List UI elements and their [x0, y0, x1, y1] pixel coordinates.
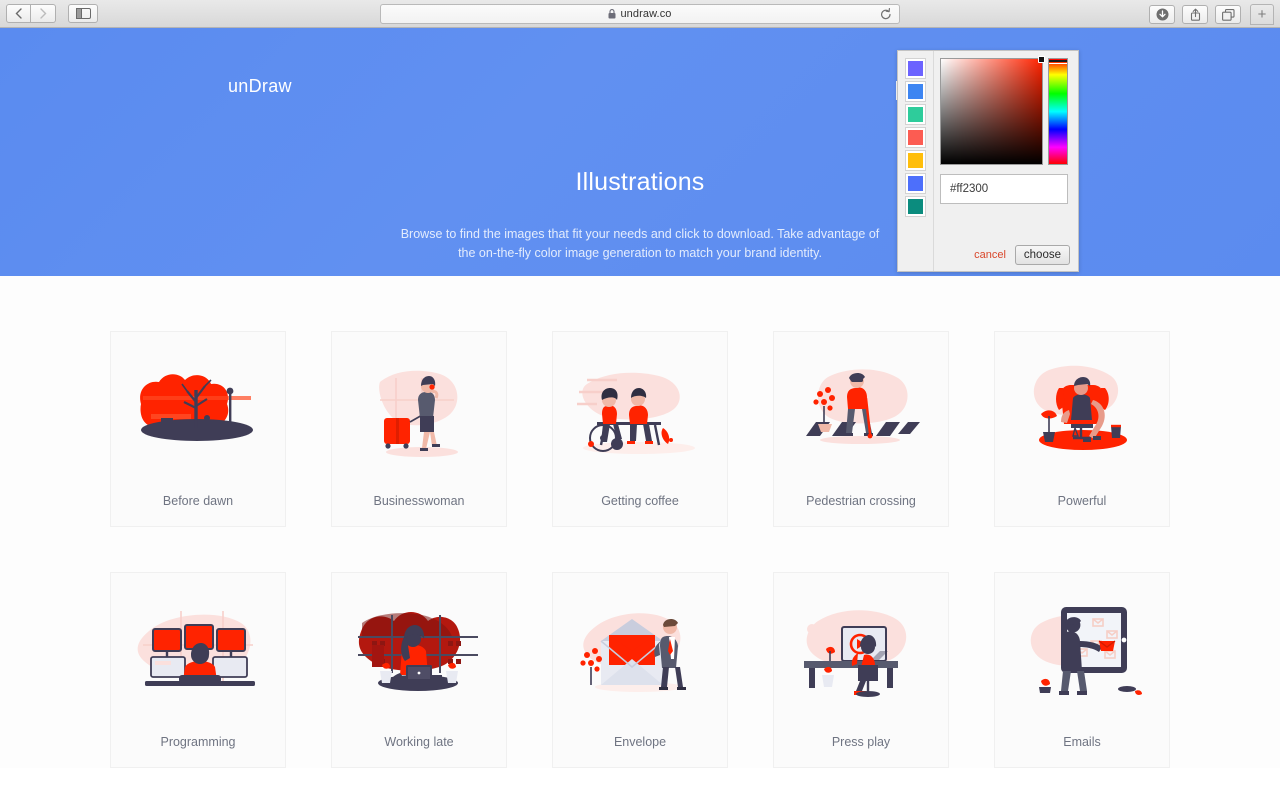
businesswoman-illustration — [379, 370, 458, 457]
card-label: Before dawn — [162, 494, 234, 508]
color-picker-popup[interactable]: #ff2300 cancel choose — [897, 50, 1079, 272]
illustration-card[interactable]: Powerful — [994, 331, 1170, 527]
illustration-grid: Before dawn Businesswoman Getting coffee… — [110, 331, 1170, 768]
cancel-button[interactable]: cancel — [974, 249, 1006, 261]
illustration-card[interactable]: Press play — [773, 572, 949, 768]
gradient-row — [940, 56, 1070, 165]
emails-illustration — [1030, 607, 1142, 695]
preset-swatch[interactable] — [905, 127, 926, 148]
card-label: Envelope — [613, 735, 667, 749]
card-label: Working late — [384, 735, 454, 749]
press-play-illustration — [804, 610, 907, 697]
card-label: Programming — [160, 735, 236, 749]
preset-swatch[interactable] — [905, 81, 926, 102]
share-button[interactable] — [1182, 5, 1208, 24]
pedestrian-crossing-illustration — [806, 369, 920, 444]
sidebar-toggle-icon — [75, 8, 91, 19]
preset-swatch[interactable] — [905, 173, 926, 194]
illustration-card[interactable]: Envelope — [552, 572, 728, 768]
downloads-icon — [1156, 8, 1168, 21]
card-label: Press play — [831, 735, 891, 749]
illustration-card[interactable]: Programming — [110, 572, 286, 768]
illustration-card[interactable]: Before dawn — [110, 331, 286, 527]
preset-swatch[interactable] — [905, 58, 926, 79]
forward-button[interactable] — [31, 4, 56, 23]
show-tabs-button[interactable] — [1215, 5, 1241, 24]
reload-icon[interactable] — [880, 7, 892, 21]
toolbar-left-group — [6, 4, 98, 23]
card-label: Pedestrian crossing — [806, 494, 916, 508]
address-bar[interactable]: undraw.co — [380, 3, 900, 24]
preset-swatch[interactable] — [905, 150, 926, 171]
new-tab-button[interactable]: + — [1250, 4, 1274, 25]
share-icon — [1190, 8, 1200, 21]
url-text: undraw.co — [620, 7, 672, 20]
programming-illustration — [137, 611, 255, 686]
hue-slider[interactable] — [1048, 58, 1068, 165]
subtitle-line-1: Browse to find the images that fit your … — [400, 227, 880, 241]
saturation-value-field[interactable] — [940, 56, 1045, 165]
color-picker-body: #ff2300 cancel choose — [934, 51, 1078, 271]
hue-cursor-handle[interactable] — [1049, 60, 1067, 64]
picker-actions: cancel choose — [974, 245, 1070, 265]
hero-banner: unDraw ▼ Search Evie Theme Illustrations… — [0, 28, 1280, 276]
browser-toolbar: undraw.co + — [0, 0, 1280, 28]
page-subtitle: Browse to find the images that fit your … — [0, 225, 1280, 263]
card-label: Powerful — [1057, 494, 1107, 508]
choose-button[interactable]: choose — [1014, 245, 1070, 265]
illustration-card[interactable]: Getting coffee — [552, 331, 728, 527]
preset-swatch[interactable] — [905, 196, 926, 217]
card-label: Emails — [1063, 735, 1101, 749]
page-title: Illustrations — [575, 168, 705, 196]
back-button[interactable] — [6, 4, 31, 23]
illustration-gallery: Before dawn Businesswoman Getting coffee… — [0, 276, 1280, 768]
downloads-button[interactable] — [1149, 5, 1175, 24]
illustration-card[interactable]: Businesswoman — [331, 331, 507, 527]
sidebar-toggle-button[interactable] — [68, 4, 98, 23]
illustration-card[interactable]: Pedestrian crossing — [773, 331, 949, 527]
subtitle-line-2: the on-the-fly color image generation to… — [458, 246, 822, 260]
illustration-card[interactable]: Emails — [994, 572, 1170, 768]
envelope-illustration — [580, 613, 686, 692]
card-label: Getting coffee — [601, 494, 679, 508]
before-dawn-illustration — [140, 374, 253, 441]
hex-input[interactable]: #ff2300 — [940, 174, 1068, 204]
lock-icon — [608, 8, 616, 18]
preset-swatch-column — [898, 51, 934, 271]
chevron-left-icon — [15, 8, 22, 19]
toolbar-right-group: + — [1149, 4, 1274, 25]
show-tabs-icon — [1221, 8, 1235, 21]
preset-swatch[interactable] — [905, 104, 926, 125]
card-label: Businesswoman — [373, 494, 465, 508]
illustration-card[interactable]: Working late — [331, 572, 507, 768]
getting-coffee-illustration — [577, 372, 695, 454]
site-logo[interactable]: unDraw — [228, 76, 292, 97]
chevron-right-icon — [39, 8, 46, 19]
navigation-buttons — [6, 4, 56, 23]
sv-cursor-handle[interactable] — [1038, 56, 1045, 63]
powerful-illustration — [1033, 365, 1127, 450]
working-late-illustration — [358, 612, 478, 691]
